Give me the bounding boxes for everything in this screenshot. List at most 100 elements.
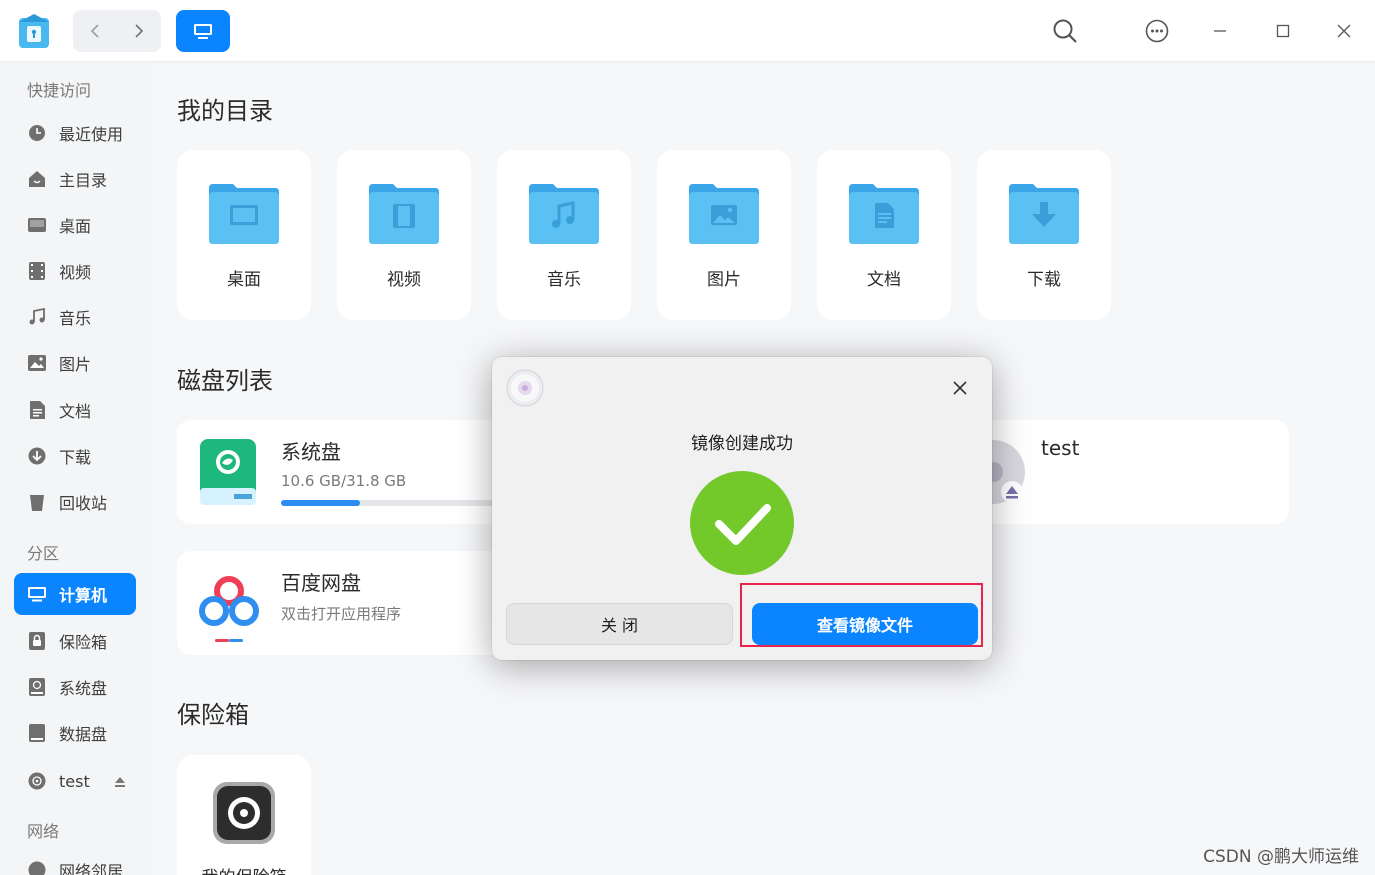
disc-burner-icon xyxy=(506,369,544,407)
network-icon xyxy=(27,860,47,875)
sidebar-item-vault[interactable]: 保险箱 xyxy=(14,620,136,662)
dialog-close-button[interactable] xyxy=(946,374,974,402)
sidebar-section-network: 网络 xyxy=(27,822,60,841)
sidebar-item-videos[interactable]: 视频 xyxy=(14,250,136,292)
eject-button[interactable] xyxy=(114,773,126,792)
sidebar-item-label: test xyxy=(59,771,90,791)
sidebar-item-test[interactable]: test xyxy=(14,760,136,802)
vault-icon xyxy=(27,631,47,651)
sidebar-item-label: 保险箱 xyxy=(59,633,108,652)
forward-button[interactable] xyxy=(117,10,161,52)
sidebar-item-music[interactable]: 音乐 xyxy=(14,296,136,338)
computer-icon xyxy=(194,24,212,39)
sidebar-item-label: 数据盘 xyxy=(59,725,108,744)
directory-card-downloads[interactable]: 下载 xyxy=(977,150,1111,320)
sidebar-item-label: 回收站 xyxy=(59,494,108,513)
close-window-button[interactable] xyxy=(1328,15,1360,47)
vault-card[interactable]: 我的保险箱 xyxy=(177,755,311,875)
close-button[interactable]: 关 闭 xyxy=(506,603,733,645)
navigation-buttons xyxy=(73,10,161,52)
maximize-icon xyxy=(1276,24,1290,38)
sidebar-section-partitions: 分区 xyxy=(27,544,60,563)
clock-icon xyxy=(27,123,47,143)
my-directories-heading: 我的目录 xyxy=(177,97,273,125)
sidebar-section-quick-access: 快捷访问 xyxy=(27,81,92,100)
sidebar-item-data-disk[interactable]: 数据盘 xyxy=(14,712,136,754)
sidebar-item-home[interactable]: 主目录 xyxy=(14,158,136,200)
image-icon xyxy=(27,353,47,373)
close-icon xyxy=(1337,24,1351,38)
sidebar-item-documents[interactable]: 文档 xyxy=(14,389,136,431)
pictures-folder-icon xyxy=(689,184,759,244)
sidebar-item-label: 网络邻居 xyxy=(59,862,124,875)
disc-icon xyxy=(27,771,47,791)
eject-icon xyxy=(115,777,125,787)
back-button[interactable] xyxy=(73,10,117,52)
data-disk-icon xyxy=(27,723,47,743)
directory-label: 图片 xyxy=(707,270,741,290)
more-options-icon xyxy=(1145,19,1169,43)
system-disk-card[interactable]: 系统盘 10.6 GB/31.8 GB xyxy=(177,420,517,524)
trash-icon xyxy=(27,492,47,512)
sidebar-item-computer[interactable]: 计算机 xyxy=(14,573,136,615)
image-created-dialog: 镜像创建成功 关 闭 查看镜像文件 xyxy=(492,357,992,660)
directory-label: 文档 xyxy=(867,270,901,290)
music-icon xyxy=(27,307,47,327)
sidebar-item-pictures[interactable]: 图片 xyxy=(14,342,136,384)
sidebar-item-system-disk[interactable]: 系统盘 xyxy=(14,666,136,708)
title-bar xyxy=(0,0,1375,62)
directory-label: 桌面 xyxy=(227,270,261,290)
baidu-netdisk-subtitle: 双击打开应用程序 xyxy=(281,605,402,623)
directory-label: 音乐 xyxy=(547,270,581,290)
success-check-icon xyxy=(690,471,794,575)
system-disk-name: 系统盘 xyxy=(281,440,341,464)
main-menu-button[interactable] xyxy=(1141,15,1173,47)
search-icon xyxy=(1053,19,1077,43)
documents-folder-icon xyxy=(849,184,919,244)
directory-card-desktop[interactable]: 桌面 xyxy=(177,150,311,320)
sidebar-item-label: 视频 xyxy=(59,263,92,282)
test-disc-card[interactable]: test xyxy=(981,420,1289,524)
directory-label: 视频 xyxy=(387,270,421,290)
sidebar-item-downloads[interactable]: 下载 xyxy=(14,435,136,477)
maximize-button[interactable] xyxy=(1267,15,1299,47)
desktop-folder-icon xyxy=(209,184,279,244)
search-button[interactable] xyxy=(1049,15,1081,47)
videos-folder-icon xyxy=(369,184,439,244)
system-disk-icon xyxy=(27,677,47,697)
vault-heading: 保险箱 xyxy=(177,701,249,729)
sidebar-item-label: 系统盘 xyxy=(59,679,108,698)
sidebar-item-label: 主目录 xyxy=(59,171,108,190)
document-icon xyxy=(27,400,47,420)
sidebar-item-label: 计算机 xyxy=(59,586,108,605)
test-disc-name: test xyxy=(1041,436,1080,460)
baidu-netdisk-name: 百度网盘 xyxy=(281,571,361,595)
baidu-netdisk-card[interactable]: 百度网盘 双击打开应用程序 xyxy=(177,551,517,655)
computer-location-button[interactable] xyxy=(176,10,230,52)
sidebar-item-label: 图片 xyxy=(59,355,92,374)
dialog-title: 镜像创建成功 xyxy=(691,434,793,454)
directory-card-videos[interactable]: 视频 xyxy=(337,150,471,320)
view-image-file-button[interactable]: 查看镜像文件 xyxy=(752,603,978,645)
file-manager-logo-icon xyxy=(16,12,52,50)
minimize-button[interactable] xyxy=(1204,15,1236,47)
sidebar-item-label: 下载 xyxy=(59,448,92,467)
sidebar-item-label: 文档 xyxy=(59,402,92,421)
directory-card-music[interactable]: 音乐 xyxy=(497,150,631,320)
downloads-folder-icon xyxy=(1009,184,1079,244)
sidebar-item-trash[interactable]: 回收站 xyxy=(14,481,136,523)
desktop-icon xyxy=(27,215,47,235)
chevron-left-icon xyxy=(90,24,99,38)
home-icon xyxy=(27,169,47,189)
directory-card-documents[interactable]: 文档 xyxy=(817,150,951,320)
sidebar-item-label: 音乐 xyxy=(59,309,92,328)
directory-card-pictures[interactable]: 图片 xyxy=(657,150,791,320)
csdn-watermark: CSDN @鹏大师运维 xyxy=(1203,847,1359,867)
disk-list-heading: 磁盘列表 xyxy=(177,367,273,395)
minimize-icon xyxy=(1214,30,1226,32)
video-icon xyxy=(27,261,47,281)
sidebar-item-recent[interactable]: 最近使用 xyxy=(14,112,136,154)
computer-icon xyxy=(27,584,47,604)
sidebar-item-network-neighborhood[interactable]: 网络邻居 xyxy=(14,849,136,875)
sidebar-item-desktop[interactable]: 桌面 xyxy=(14,204,136,246)
